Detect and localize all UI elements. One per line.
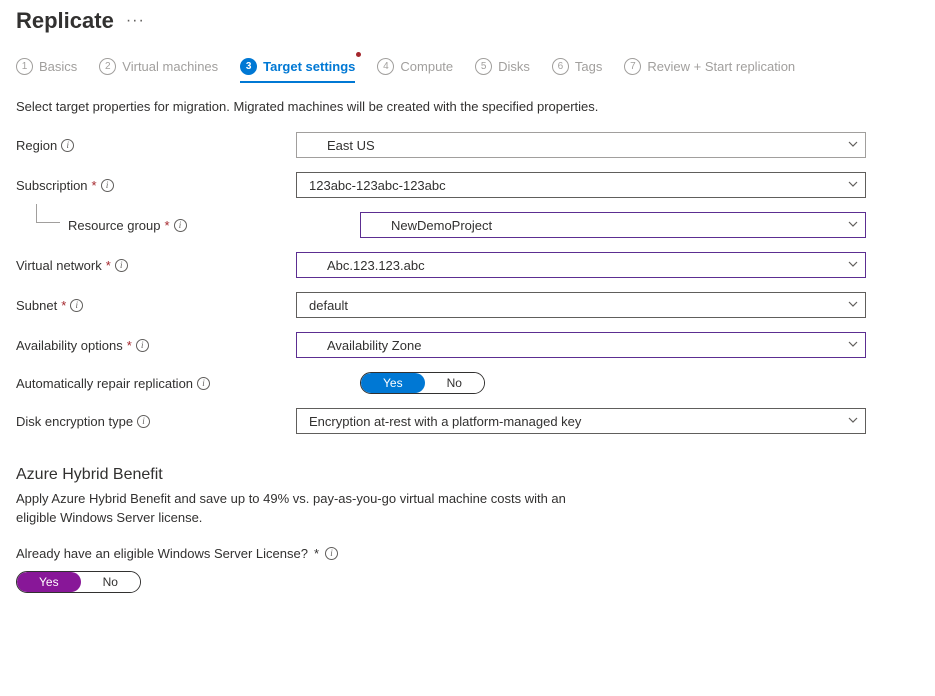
info-icon[interactable] xyxy=(70,299,83,312)
step-number-icon: 4 xyxy=(377,58,394,75)
toggle-no[interactable]: No xyxy=(425,373,484,393)
toggle-no[interactable]: No xyxy=(81,572,140,592)
availability-select[interactable]: Availability Zone xyxy=(296,332,866,358)
tab-label: Basics xyxy=(39,59,77,74)
label-availability: Availability options * xyxy=(16,338,296,353)
label-subnet: Subnet * xyxy=(16,298,296,313)
label-resource-group: Resource group * xyxy=(36,218,296,233)
chevron-down-icon xyxy=(847,138,859,153)
form-row-resource-group: Resource group * NewDemoProject xyxy=(16,212,919,238)
chevron-down-icon xyxy=(847,258,859,273)
tab-compute[interactable]: 4 Compute xyxy=(377,58,453,81)
region-select[interactable]: East US xyxy=(296,132,866,158)
required-indicator: * xyxy=(106,258,111,273)
tab-review[interactable]: 7 Review + Start replication xyxy=(624,58,795,81)
select-value: default xyxy=(309,298,348,313)
tab-target-settings[interactable]: 3 Target settings xyxy=(240,58,355,81)
info-icon[interactable] xyxy=(325,547,338,560)
form-row-subscription: Subscription * 123abc-123abc-123abc xyxy=(16,172,919,198)
chevron-down-icon xyxy=(847,338,859,353)
info-icon[interactable] xyxy=(61,139,74,152)
page-title: Replicate xyxy=(16,8,114,34)
page-header: Replicate ··· xyxy=(16,8,919,34)
step-number-icon: 3 xyxy=(240,58,257,75)
info-icon[interactable] xyxy=(137,415,150,428)
subscription-select[interactable]: 123abc-123abc-123abc xyxy=(296,172,866,198)
tab-label: Disks xyxy=(498,59,530,74)
tab-label: Tags xyxy=(575,59,602,74)
select-value: Encryption at-rest with a platform-manag… xyxy=(309,414,581,429)
label-subscription: Subscription * xyxy=(16,178,296,193)
required-indicator: * xyxy=(92,178,97,193)
step-number-icon: 2 xyxy=(99,58,116,75)
form-row-auto-repair: Automatically repair replication Yes No xyxy=(16,372,919,394)
tab-label: Target settings xyxy=(263,59,355,74)
select-value: Abc.123.123.abc xyxy=(327,258,425,273)
chevron-down-icon xyxy=(847,298,859,313)
chevron-down-icon xyxy=(847,218,859,233)
label-virtual-network: Virtual network * xyxy=(16,258,296,273)
required-indicator: * xyxy=(61,298,66,313)
toggle-yes[interactable]: Yes xyxy=(17,572,81,592)
form-row-region: Region East US xyxy=(16,132,919,158)
form-row-availability: Availability options * Availability Zone xyxy=(16,332,919,358)
required-indicator: * xyxy=(314,546,319,561)
tab-tags[interactable]: 6 Tags xyxy=(552,58,602,81)
required-indicator: * xyxy=(127,338,132,353)
info-icon[interactable] xyxy=(101,179,114,192)
label-region: Region xyxy=(16,138,296,153)
hybrid-section-title: Azure Hybrid Benefit xyxy=(16,466,919,484)
select-value: East US xyxy=(327,138,375,153)
label-auto-repair: Automatically repair replication xyxy=(16,376,296,391)
chevron-down-icon xyxy=(847,414,859,429)
info-icon[interactable] xyxy=(174,219,187,232)
info-icon[interactable] xyxy=(115,259,128,272)
label-disk-encryption: Disk encryption type xyxy=(16,414,296,429)
toggle-yes[interactable]: Yes xyxy=(361,373,425,393)
more-actions-icon[interactable]: ··· xyxy=(126,12,145,30)
chevron-down-icon xyxy=(847,178,859,193)
info-icon[interactable] xyxy=(136,339,149,352)
step-number-icon: 7 xyxy=(624,58,641,75)
section-description: Select target properties for migration. … xyxy=(16,99,919,114)
tab-disks[interactable]: 5 Disks xyxy=(475,58,530,81)
hybrid-section-desc: Apply Azure Hybrid Benefit and save up t… xyxy=(16,490,576,528)
subnet-select[interactable]: default xyxy=(296,292,866,318)
error-indicator-icon xyxy=(356,52,361,57)
select-value: NewDemoProject xyxy=(391,218,492,233)
license-question-label: Already have an eligible Windows Server … xyxy=(16,546,308,561)
virtual-network-select[interactable]: Abc.123.123.abc xyxy=(296,252,866,278)
tab-label: Review + Start replication xyxy=(647,59,795,74)
form-row-subnet: Subnet * default xyxy=(16,292,919,318)
tab-label: Compute xyxy=(400,59,453,74)
tab-virtual-machines[interactable]: 2 Virtual machines xyxy=(99,58,218,81)
required-indicator: * xyxy=(165,218,170,233)
select-value: Availability Zone xyxy=(327,338,421,353)
form-row-disk-encryption: Disk encryption type Encryption at-rest … xyxy=(16,408,919,434)
step-number-icon: 6 xyxy=(552,58,569,75)
auto-repair-toggle: Yes No xyxy=(360,372,485,394)
tab-basics[interactable]: 1 Basics xyxy=(16,58,77,81)
license-toggle: Yes No xyxy=(16,571,141,593)
form-row-virtual-network: Virtual network * Abc.123.123.abc xyxy=(16,252,919,278)
wizard-tabs: 1 Basics 2 Virtual machines 3 Target set… xyxy=(16,58,919,81)
resource-group-select[interactable]: NewDemoProject xyxy=(360,212,866,238)
disk-encryption-select[interactable]: Encryption at-rest with a platform-manag… xyxy=(296,408,866,434)
step-number-icon: 1 xyxy=(16,58,33,75)
step-number-icon: 5 xyxy=(475,58,492,75)
license-question-row: Already have an eligible Windows Server … xyxy=(16,546,919,561)
info-icon[interactable] xyxy=(197,377,210,390)
select-value: 123abc-123abc-123abc xyxy=(309,178,446,193)
tab-label: Virtual machines xyxy=(122,59,218,74)
